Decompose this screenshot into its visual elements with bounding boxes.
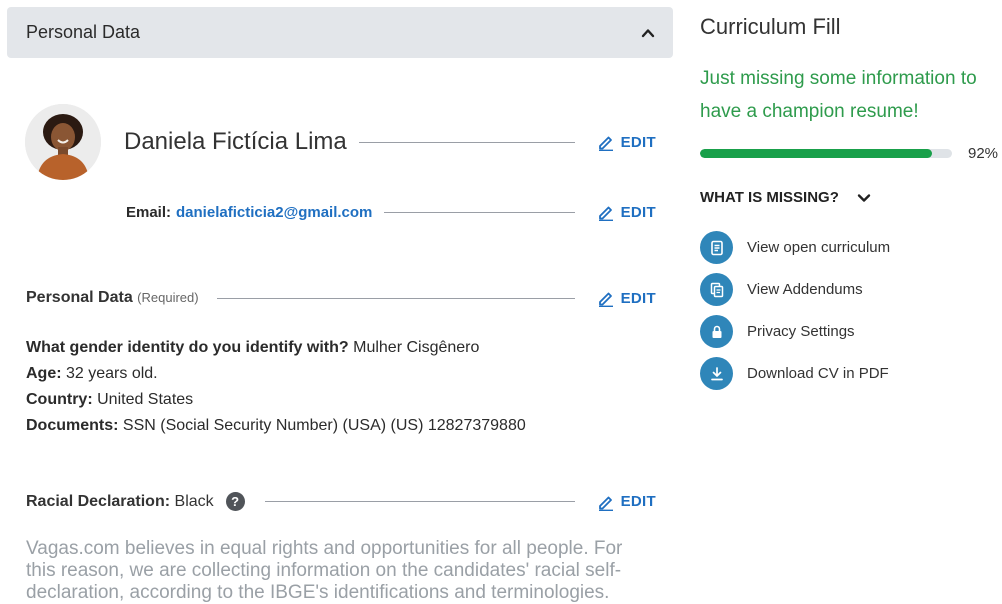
progress-fill: [700, 149, 932, 158]
racial-value: Black: [174, 492, 214, 510]
view-open-curriculum-link[interactable]: View open curriculum: [700, 231, 890, 264]
racial-declaration-row: Racial Declaration: Black ? EDIT: [26, 492, 656, 511]
pencil-icon: [598, 496, 613, 511]
divider: [358, 141, 575, 143]
addendum-icon: [700, 273, 733, 306]
privacy-settings-link[interactable]: Privacy Settings: [700, 315, 855, 348]
profile-name: Daniela Fictícia Lima: [124, 128, 347, 155]
email-row: Email: danielaficticia2@gmail.com EDIT: [126, 203, 656, 221]
divider: [216, 297, 575, 299]
document-icon: [700, 231, 733, 264]
edit-label: EDIT: [620, 203, 656, 221]
progress-percent: 92%: [968, 145, 999, 162]
progress-bar: [700, 149, 952, 158]
help-icon[interactable]: ?: [225, 492, 245, 511]
field-label: What gender identity do you identify wit…: [26, 339, 349, 356]
edit-label: EDIT: [620, 133, 656, 151]
personal-data-title: Personal Data (Required): [26, 289, 199, 307]
required-tag: (Required): [137, 290, 199, 305]
chevron-down-icon: [857, 193, 871, 202]
age-field: Age: 32 years old.: [26, 365, 158, 383]
what-is-missing-toggle[interactable]: WHAT IS MISSING?: [700, 189, 871, 206]
field-value: 32 years old.: [66, 365, 158, 382]
action-label: View open curriculum: [747, 239, 891, 256]
email-label: Email:: [126, 203, 172, 221]
chevron-up-icon[interactable]: [641, 26, 655, 40]
pencil-icon: [598, 292, 613, 307]
personal-data-panel: Personal Data Daniela Fictícia Lima EDIT: [7, 7, 673, 604]
edit-label: EDIT: [620, 289, 656, 307]
racial-description: Vagas.com believes in equal rights and o…: [26, 538, 623, 603]
lock-icon: [700, 315, 733, 348]
accordion-title: Personal Data: [26, 22, 141, 42]
field-label: Documents:: [26, 417, 119, 434]
edit-personal-data-button[interactable]: EDIT: [597, 289, 656, 307]
avatar: [25, 104, 101, 180]
edit-name-button[interactable]: EDIT: [597, 133, 656, 151]
personal-data-row: Personal Data (Required) EDIT: [26, 289, 656, 307]
country-field: Country: United States: [26, 391, 193, 409]
gender-field: What gender identity do you identify wit…: [26, 339, 479, 357]
divider: [384, 211, 575, 213]
field-label: Age:: [26, 365, 62, 382]
personal-data-accordion[interactable]: Personal Data: [7, 7, 673, 58]
pencil-icon: [598, 206, 613, 221]
download-cv-link[interactable]: Download CV in PDF: [700, 357, 889, 390]
view-addendums-link[interactable]: View Addendums: [700, 273, 863, 306]
action-label: View Addendums: [747, 281, 863, 298]
action-label: Privacy Settings: [747, 323, 855, 340]
curriculum-fill-panel: Curriculum Fill Just missing some inform…: [700, 0, 1002, 604]
action-label: Download CV in PDF: [747, 365, 889, 382]
curriculum-fill-title: Curriculum Fill: [700, 14, 841, 39]
racial-declaration-title: Racial Declaration: Black: [26, 493, 214, 511]
section-title-text: Personal Data: [26, 289, 133, 306]
field-label: Country:: [26, 391, 93, 408]
download-icon: [700, 357, 733, 390]
documents-field: Documents: SSN (Social Security Number) …: [26, 417, 526, 435]
edit-label: EDIT: [620, 493, 656, 510]
pencil-icon: [598, 136, 613, 151]
divider: [264, 501, 575, 502]
curriculum-fill-message: Just missing some information to have a …: [700, 68, 977, 122]
field-value: SSN (Social Security Number) (USA) (US) …: [122, 417, 526, 434]
missing-label: WHAT IS MISSING?: [700, 189, 839, 206]
field-value: United States: [97, 391, 194, 408]
edit-racial-button[interactable]: EDIT: [597, 493, 656, 511]
email-value[interactable]: danielaficticia2@gmail.com: [176, 204, 372, 221]
racial-label: Racial Declaration:: [26, 492, 171, 510]
field-value: Mulher Cisgênero: [353, 339, 480, 356]
edit-email-button[interactable]: EDIT: [597, 203, 656, 221]
name-row: Daniela Fictícia Lima EDIT: [124, 128, 656, 156]
